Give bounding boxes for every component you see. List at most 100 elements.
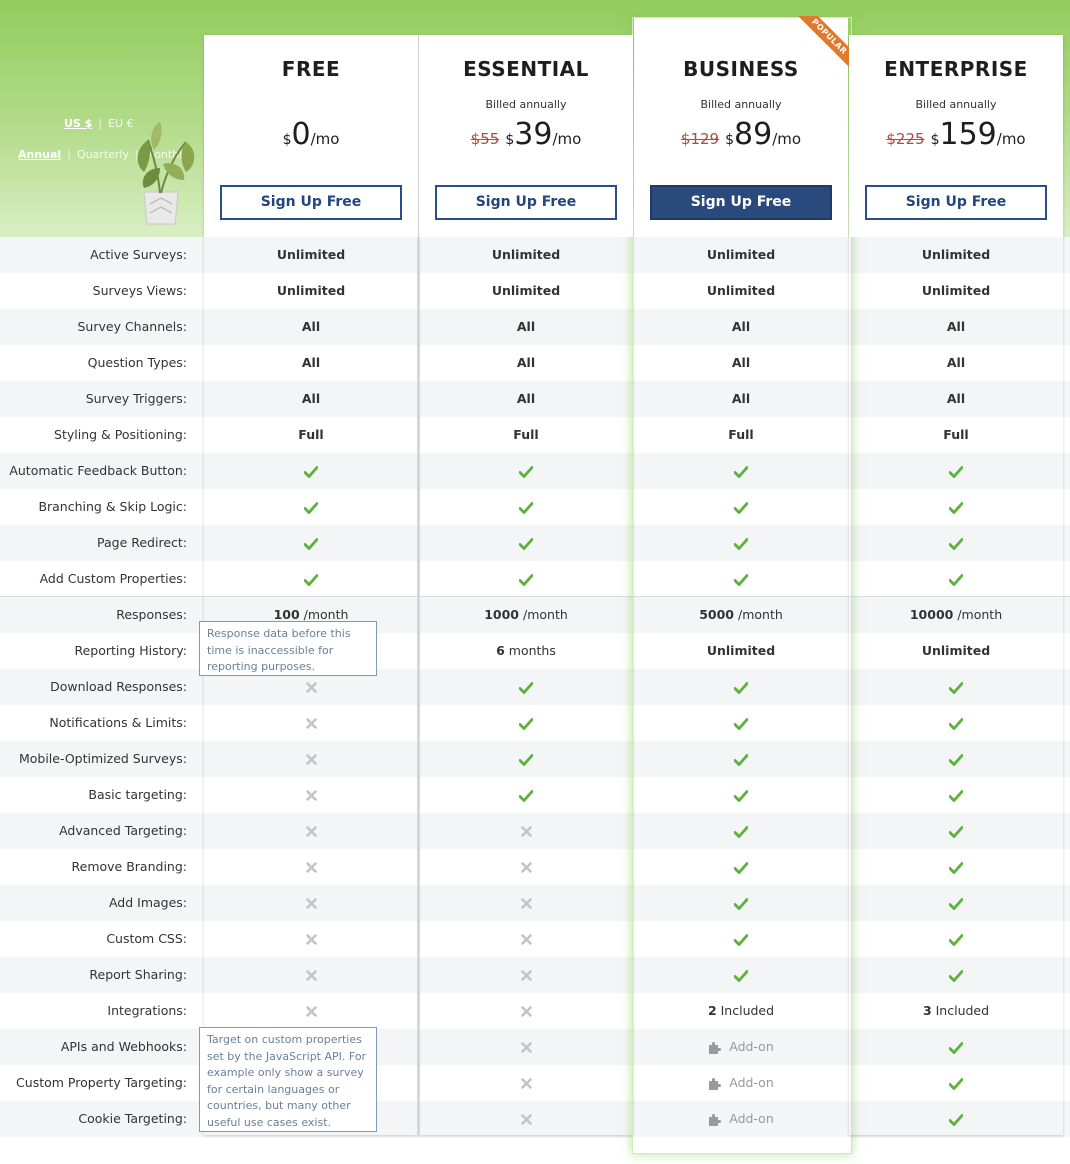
plan-cell: Unlimited — [849, 273, 1063, 309]
check-icon — [518, 537, 534, 551]
check-icon — [303, 465, 319, 479]
feature-label: Survey Triggers: — [85, 391, 187, 406]
signup-button-business[interactable]: Sign Up Free — [650, 185, 832, 220]
plan-cell — [419, 1065, 633, 1101]
price-amount: 0 — [291, 117, 311, 152]
plan-cell — [204, 525, 418, 561]
check-icon — [948, 537, 964, 551]
currency-usd[interactable]: US $ — [64, 117, 92, 130]
billing-note: Billed annually — [485, 98, 567, 111]
plan-price: $55 $39/mo — [419, 117, 633, 152]
price-amount: 89 — [734, 117, 773, 152]
plan-cell: All — [204, 345, 418, 381]
plan-cell: 3 Included — [849, 993, 1063, 1029]
plan-header-essential: ESSENTIAL Billed annually $55 $39/mo Sign Up… — [419, 35, 633, 237]
plan-cell — [204, 453, 418, 489]
plan-cell: All — [204, 309, 418, 345]
plan-cell: All — [634, 309, 848, 345]
period-quarterly[interactable]: Quarterly — [77, 148, 129, 161]
cross-icon — [520, 898, 532, 909]
feature-label: Notifications & Limits: — [49, 715, 187, 730]
popular-ribbon-label: POPULAR — [792, 16, 850, 74]
plan-cell — [634, 453, 848, 489]
cell-value: All — [301, 391, 321, 406]
plan-cell: Unlimited — [419, 237, 633, 273]
signup-button-enterprise[interactable]: Sign Up Free — [865, 185, 1047, 220]
plan-cell — [419, 813, 633, 849]
plan-cell: All — [419, 381, 633, 417]
plan-cell — [849, 669, 1063, 705]
cell-value: All — [301, 319, 321, 334]
check-icon — [948, 1041, 964, 1055]
signup-button-essential[interactable]: Sign Up Free — [435, 185, 617, 220]
plan-cell: Unlimited — [634, 273, 848, 309]
plan-header-business: BUSINESS Billed annually $129 $89/mo Sign Up… — [634, 16, 850, 237]
cell-value: Full — [298, 427, 324, 442]
cell-value: Unlimited — [706, 247, 776, 262]
check-icon — [948, 465, 964, 479]
check-icon — [948, 897, 964, 911]
plan-cell — [849, 561, 1063, 597]
check-icon — [948, 1113, 964, 1127]
cross-icon — [305, 718, 317, 729]
check-icon — [303, 501, 319, 515]
plan-cell: Add-on — [634, 1029, 848, 1065]
plan-name: ENTERPRISE — [884, 57, 1028, 81]
plan-cell — [204, 741, 418, 777]
check-icon — [948, 753, 964, 767]
plan-cell: 1000 /month — [419, 597, 633, 633]
old-price: $225 — [886, 130, 925, 148]
plan-cell — [204, 813, 418, 849]
cell-value: Full — [943, 427, 969, 442]
custom-property-tooltip: Target on custom properties set by the J… — [199, 1027, 377, 1132]
cross-icon — [520, 1042, 532, 1053]
signup-button-free[interactable]: Sign Up Free — [220, 185, 402, 220]
plan-cell — [634, 705, 848, 741]
plan-cell: Full — [634, 417, 848, 453]
plan-cell: Unlimited — [849, 237, 1063, 273]
cross-icon — [520, 934, 532, 945]
custom-property-tooltip-text: Target on custom properties set by the J… — [207, 1033, 367, 1129]
check-icon — [948, 573, 964, 587]
check-icon — [733, 681, 749, 695]
cell-number: 2 — [707, 1003, 717, 1018]
check-icon — [733, 753, 749, 767]
check-icon — [733, 717, 749, 731]
plan-cell — [419, 705, 633, 741]
check-icon — [948, 933, 964, 947]
plan-cell — [849, 1029, 1063, 1065]
check-icon — [948, 1077, 964, 1091]
plan-cell: All — [419, 345, 633, 381]
plan-cell: Add-on — [634, 1101, 848, 1137]
plan-cell — [204, 777, 418, 813]
old-price: $55 — [470, 130, 500, 148]
feature-label: Add Custom Properties: — [39, 571, 187, 586]
plan-cell — [849, 777, 1063, 813]
plan-cell — [204, 849, 418, 885]
period-annual[interactable]: Annual — [18, 148, 61, 161]
plan-cell — [634, 669, 848, 705]
check-icon — [518, 753, 534, 767]
plan-cell — [204, 921, 418, 957]
check-icon — [733, 573, 749, 587]
plan-header-free: FREE $0/mo Sign Up Free — [204, 35, 418, 237]
cell-number: 10000 — [909, 607, 954, 622]
plan-cell: Full — [849, 417, 1063, 453]
plan-cell: Unlimited — [204, 237, 418, 273]
cell-value: All — [301, 355, 321, 370]
cell-value: Unlimited — [276, 247, 346, 262]
feature-label: APIs and Webhooks: — [60, 1039, 187, 1054]
plan-cell: Full — [204, 417, 418, 453]
plan-cell — [204, 705, 418, 741]
plan-cell — [419, 885, 633, 921]
plan-cell — [634, 489, 848, 525]
plan-cell — [419, 669, 633, 705]
plan-cell: 2 Included — [634, 993, 848, 1029]
popular-ribbon: POPULAR — [790, 16, 850, 76]
cell-number: 3 — [922, 1003, 932, 1018]
cross-icon — [305, 970, 317, 981]
price-period: /mo — [996, 130, 1026, 148]
plan-cell: All — [849, 309, 1063, 345]
plan-cell — [849, 453, 1063, 489]
puzzle-icon — [709, 1077, 722, 1090]
